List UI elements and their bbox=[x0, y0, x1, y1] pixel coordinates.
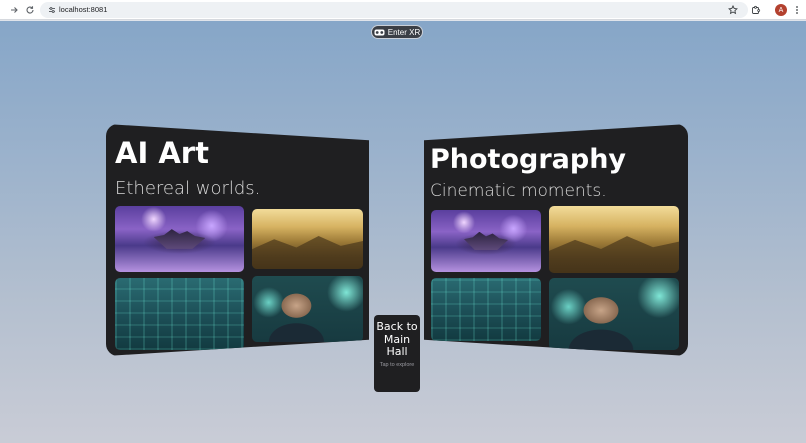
golden-mountains-image[interactable] bbox=[252, 209, 363, 269]
man-with-glasses-image[interactable] bbox=[252, 276, 363, 342]
profile-avatar[interactable]: A bbox=[775, 4, 787, 16]
vr-headset-icon bbox=[374, 29, 385, 35]
teal-circuit-image[interactable] bbox=[115, 278, 244, 350]
back-card-label: Back to Main Hall bbox=[376, 320, 418, 358]
back-card-hint: Tap to explore bbox=[379, 361, 415, 368]
floating-castle-image[interactable] bbox=[115, 206, 244, 272]
site-settings-icon[interactable] bbox=[45, 3, 59, 17]
gallery-panel-photography[interactable]: Photography Cinematic moments. bbox=[424, 124, 688, 356]
puzzle-icon[interactable] bbox=[749, 3, 763, 17]
teal-circuit-image[interactable] bbox=[431, 278, 541, 341]
gallery-panel-ai-art[interactable]: AI Art Ethereal worlds. bbox=[106, 124, 369, 356]
panel-subtitle: Ethereal worlds. bbox=[115, 178, 261, 199]
forward-arrow-icon[interactable] bbox=[7, 3, 21, 17]
star-icon[interactable] bbox=[726, 3, 740, 17]
golden-mountains-image[interactable] bbox=[549, 206, 679, 273]
panel-title: AI Art bbox=[115, 136, 209, 170]
panel-title: Photography bbox=[430, 144, 627, 175]
reload-icon[interactable] bbox=[23, 3, 37, 17]
enter-xr-button[interactable]: Enter XR bbox=[371, 25, 423, 39]
url-text[interactable]: localhost:8081 bbox=[59, 5, 107, 14]
man-with-glasses-image[interactable] bbox=[549, 278, 679, 350]
browser-toolbar: localhost:8081 A bbox=[0, 0, 806, 20]
xr-scene-canvas[interactable]: Enter XR AI Art Ethereal worlds. Photogr… bbox=[0, 21, 806, 443]
enter-xr-label: Enter XR bbox=[387, 27, 421, 37]
floating-castle-image[interactable] bbox=[431, 210, 541, 272]
kebab-menu-icon[interactable] bbox=[790, 3, 804, 17]
address-bar[interactable]: localhost:8081 bbox=[40, 2, 748, 18]
panel-subtitle: Cinematic moments. bbox=[430, 181, 607, 201]
back-to-main-hall-button[interactable]: Back to Main Hall Tap to explore bbox=[374, 315, 420, 392]
